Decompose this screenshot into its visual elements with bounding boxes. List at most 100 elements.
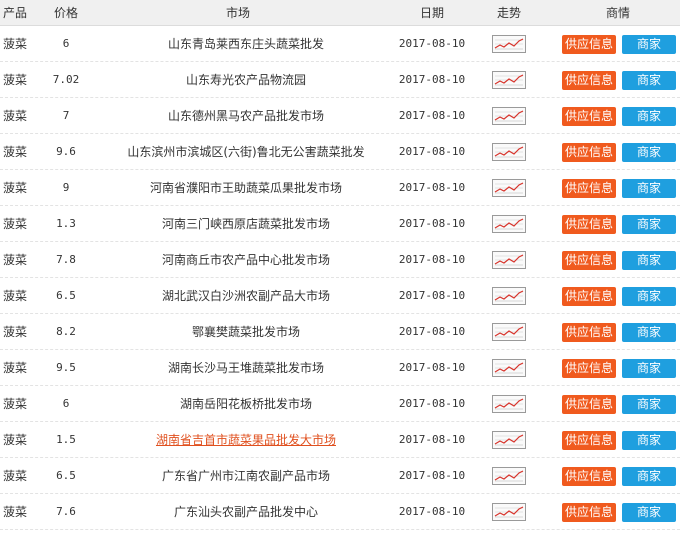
supply-info-button[interactable]: 供应信息 bbox=[562, 287, 616, 306]
merchant-button[interactable]: 商家 bbox=[622, 467, 676, 486]
product-name: 菠菜 bbox=[3, 397, 28, 411]
table-header: 产品 价格 市场 日期 走势 商情 bbox=[0, 0, 680, 26]
price-value: 6 bbox=[62, 397, 70, 410]
header-date: 日期 bbox=[420, 6, 445, 20]
product-name: 菠菜 bbox=[3, 253, 28, 267]
price-value: 6 bbox=[62, 37, 70, 50]
supply-info-button[interactable]: 供应信息 bbox=[562, 107, 616, 126]
merchant-button[interactable]: 商家 bbox=[622, 323, 676, 342]
supply-info-button[interactable]: 供应信息 bbox=[562, 251, 616, 270]
market-name: 湖南长沙马王堆蔬菜批发市场 bbox=[167, 361, 324, 375]
date-value: 2017-08-10 bbox=[398, 505, 466, 518]
price-value: 1.3 bbox=[56, 217, 76, 230]
price-value: 7.02 bbox=[52, 73, 80, 86]
merchant-button[interactable]: 商家 bbox=[622, 71, 676, 90]
trend-chart-icon[interactable] bbox=[492, 179, 526, 197]
supply-info-button[interactable]: 供应信息 bbox=[562, 467, 616, 486]
market-name: 山东寿光农产品物流园 bbox=[185, 73, 306, 87]
table-row: 菠菜 7.6 广东汕头农副产品批发中心 2017-08-10 供应信息 商家 bbox=[0, 494, 680, 530]
trend-chart-icon[interactable] bbox=[492, 467, 526, 485]
date-value: 2017-08-10 bbox=[398, 433, 466, 446]
date-value: 2017-08-10 bbox=[398, 181, 466, 194]
date-value: 2017-08-10 bbox=[398, 469, 466, 482]
trend-chart-icon[interactable] bbox=[492, 287, 526, 305]
supply-info-button[interactable]: 供应信息 bbox=[562, 395, 616, 414]
price-value: 9.6 bbox=[56, 145, 76, 158]
header-price: 价格 bbox=[54, 6, 79, 20]
price-value: 1.5 bbox=[56, 433, 76, 446]
product-name: 菠菜 bbox=[3, 109, 28, 123]
table-row: 菠菜 6.5 广东省广州市江南农副产品市场 2017-08-10 供应信息 商家 bbox=[0, 458, 680, 494]
merchant-button[interactable]: 商家 bbox=[622, 179, 676, 198]
merchant-button[interactable]: 商家 bbox=[622, 503, 676, 522]
table-row: 菠菜 9.6 山东滨州市滨城区(六街)鲁北无公害蔬菜批发 2017-08-10 供应信息… bbox=[0, 134, 680, 170]
merchant-button[interactable]: 商家 bbox=[622, 107, 676, 126]
table-row: 菠菜 9.5 湖南长沙马王堆蔬菜批发市场 2017-08-10 供应信息 商家 bbox=[0, 350, 680, 386]
market-name: 山东德州黑马农产品批发市场 bbox=[167, 109, 324, 123]
date-value: 2017-08-10 bbox=[398, 73, 466, 86]
price-value: 8.2 bbox=[56, 325, 76, 338]
header-info: 商情 bbox=[606, 6, 631, 20]
product-name: 菠菜 bbox=[3, 361, 28, 375]
supply-info-button[interactable]: 供应信息 bbox=[562, 215, 616, 234]
trend-chart-icon[interactable] bbox=[492, 395, 526, 413]
product-name: 菠菜 bbox=[3, 181, 28, 195]
price-value: 6.5 bbox=[56, 289, 76, 302]
date-value: 2017-08-10 bbox=[398, 253, 466, 266]
merchant-button[interactable]: 商家 bbox=[622, 215, 676, 234]
product-name: 菠菜 bbox=[3, 217, 28, 231]
price-value: 7.6 bbox=[56, 505, 76, 518]
table-row: 菠菜 7.8 河南商丘市农产品中心批发市场 2017-08-10 供应信息 商家 bbox=[0, 242, 680, 278]
market-name: 河南商丘市农产品中心批发市场 bbox=[161, 253, 330, 267]
merchant-button[interactable]: 商家 bbox=[622, 35, 676, 54]
supply-info-button[interactable]: 供应信息 bbox=[562, 179, 616, 198]
product-name: 菠菜 bbox=[3, 37, 28, 51]
table-row: 菠菜 7 山东德州黑马农产品批发市场 2017-08-10 供应信息 商家 bbox=[0, 98, 680, 134]
trend-chart-icon[interactable] bbox=[492, 431, 526, 449]
trend-chart-icon[interactable] bbox=[492, 359, 526, 377]
market-name: 河南三门峡西原店蔬菜批发市场 bbox=[161, 217, 330, 231]
trend-chart-icon[interactable] bbox=[492, 143, 526, 161]
table-row: 菠菜 6 山东青岛莱西东庄头蔬菜批发 2017-08-10 供应信息 商家 bbox=[0, 26, 680, 62]
trend-chart-icon[interactable] bbox=[492, 251, 526, 269]
supply-info-button[interactable]: 供应信息 bbox=[562, 431, 616, 450]
table-row: 菠菜 1.5 湖南省吉首市蔬菜果品批发大市场 2017-08-10 供应信息 商家 bbox=[0, 422, 680, 458]
merchant-button[interactable]: 商家 bbox=[622, 359, 676, 378]
header-market: 市场 bbox=[226, 6, 251, 20]
merchant-button[interactable]: 商家 bbox=[622, 287, 676, 306]
supply-info-button[interactable]: 供应信息 bbox=[562, 359, 616, 378]
product-name: 菠菜 bbox=[3, 433, 28, 447]
merchant-button[interactable]: 商家 bbox=[622, 431, 676, 450]
supply-info-button[interactable]: 供应信息 bbox=[562, 71, 616, 90]
market-name: 广东省广州市江南农副产品市场 bbox=[161, 469, 330, 483]
supply-info-button[interactable]: 供应信息 bbox=[562, 143, 616, 162]
supply-info-button[interactable]: 供应信息 bbox=[562, 503, 616, 522]
market-name: 山东滨州市滨城区(六街)鲁北无公害蔬菜批发 bbox=[127, 145, 365, 159]
trend-chart-icon[interactable] bbox=[492, 35, 526, 53]
product-name: 菠菜 bbox=[3, 469, 28, 483]
product-name: 菠菜 bbox=[3, 73, 28, 87]
market-name: 湖南岳阳花板桥批发市场 bbox=[179, 397, 312, 411]
date-value: 2017-08-10 bbox=[398, 109, 466, 122]
product-name: 菠菜 bbox=[3, 145, 28, 159]
trend-chart-icon[interactable] bbox=[492, 503, 526, 521]
market-name: 山东青岛莱西东庄头蔬菜批发 bbox=[167, 37, 324, 51]
merchant-button[interactable]: 商家 bbox=[622, 143, 676, 162]
market-name: 鄂襄樊蔬菜批发市场 bbox=[191, 325, 300, 339]
price-value: 7.8 bbox=[56, 253, 76, 266]
date-value: 2017-08-10 bbox=[398, 361, 466, 374]
trend-chart-icon[interactable] bbox=[492, 215, 526, 233]
trend-chart-icon[interactable] bbox=[492, 323, 526, 341]
date-value: 2017-08-10 bbox=[398, 217, 466, 230]
price-value: 9 bbox=[62, 181, 70, 194]
trend-chart-icon[interactable] bbox=[492, 107, 526, 125]
merchant-button[interactable]: 商家 bbox=[622, 395, 676, 414]
trend-chart-icon[interactable] bbox=[492, 71, 526, 89]
product-name: 菠菜 bbox=[3, 505, 28, 519]
date-value: 2017-08-10 bbox=[398, 397, 466, 410]
supply-info-button[interactable]: 供应信息 bbox=[562, 35, 616, 54]
table-row: 菠菜 8.2 鄂襄樊蔬菜批发市场 2017-08-10 供应信息 商家 bbox=[0, 314, 680, 350]
supply-info-button[interactable]: 供应信息 bbox=[562, 323, 616, 342]
merchant-button[interactable]: 商家 bbox=[622, 251, 676, 270]
market-name[interactable]: 湖南省吉首市蔬菜果品批发大市场 bbox=[92, 422, 400, 458]
